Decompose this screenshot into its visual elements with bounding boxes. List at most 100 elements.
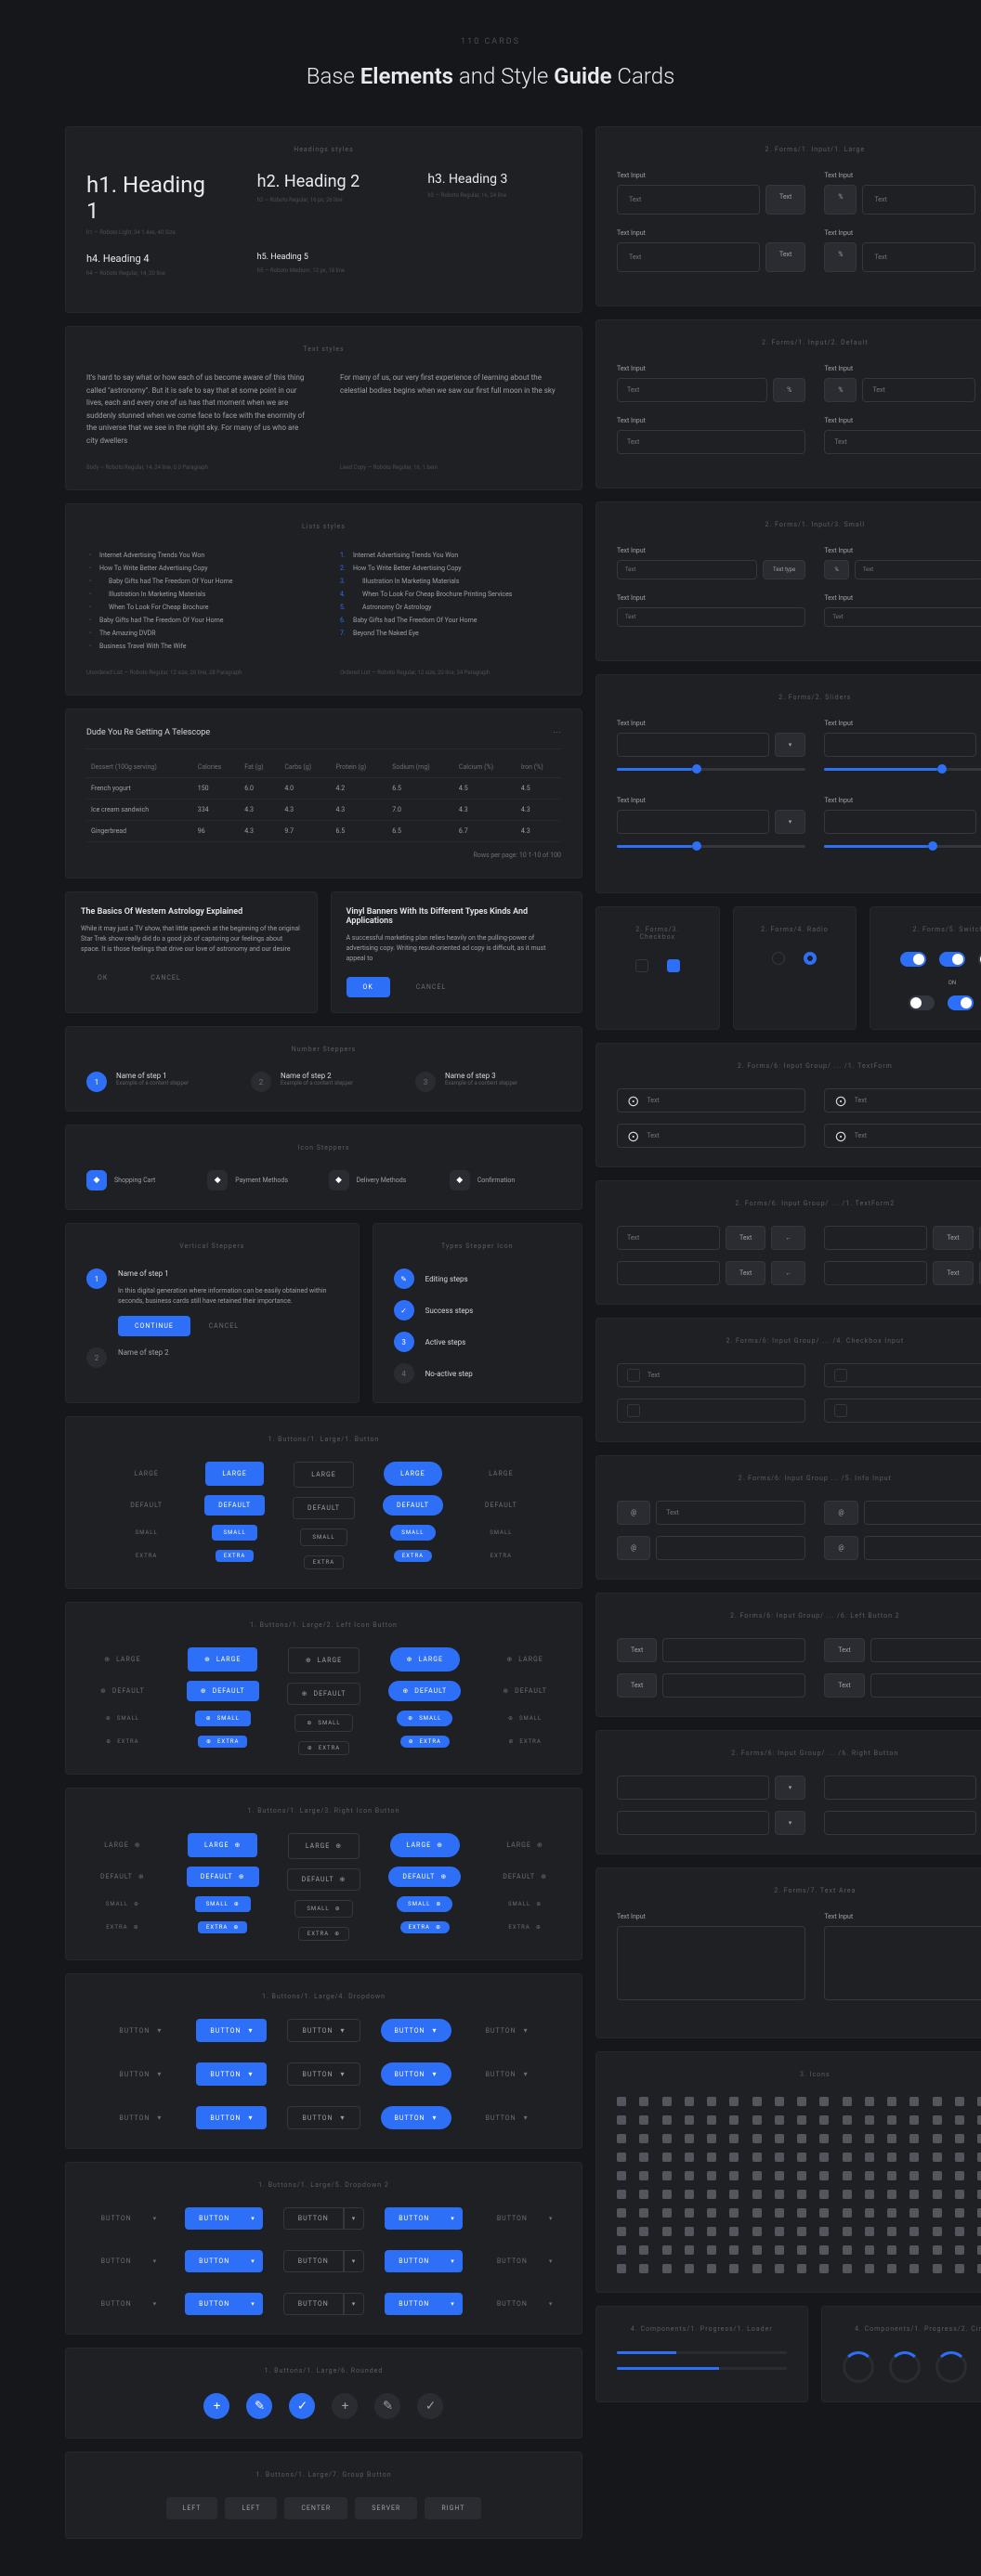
extra-button[interactable]: EXTRA [482, 1550, 520, 1562]
extra-button[interactable]: EXTRA [394, 1550, 432, 1562]
small-button[interactable]: ⊕ SMALL [195, 1711, 251, 1726]
ok-button[interactable]: OK [347, 977, 390, 997]
extra-button[interactable]: EXTRA ⊕ [400, 1921, 450, 1933]
fab-plus-ghost[interactable]: + [332, 2393, 358, 2419]
continue-button[interactable]: CONTINUE [118, 1316, 190, 1336]
large-button[interactable]: LARGE ⊕ [490, 1833, 559, 1857]
dropdown-button[interactable]: BUTTON ▾ [287, 2019, 360, 2042]
large-button[interactable]: LARGE [472, 1462, 530, 1486]
default-button[interactable]: DEFAULT [116, 1495, 177, 1516]
large-button[interactable]: LARGE [294, 1462, 353, 1488]
fab-edit-ghost[interactable]: ✎ [374, 2393, 400, 2419]
extra-button[interactable]: EXTRA ⊕ [98, 1921, 147, 1933]
radio-checked[interactable] [804, 952, 817, 965]
small-button[interactable]: SMALL ⊕ [294, 1900, 352, 1918]
default-button[interactable]: ⊕ DEFAULT [86, 1681, 159, 1701]
default-button[interactable]: DEFAULT [471, 1495, 531, 1516]
step[interactable]: 2Name of step 2Example of a content step… [251, 1072, 397, 1092]
dropdown-button[interactable]: BUTTON ▾ [472, 2062, 543, 2086]
default-button[interactable]: DEFAULT [383, 1495, 443, 1516]
step[interactable]: 1Name of step 1Example of a content step… [86, 1072, 232, 1092]
large-button[interactable]: LARGE [117, 1462, 175, 1486]
large-button[interactable]: LARGE ⊕ [188, 1833, 257, 1857]
default-button[interactable]: DEFAULT ⊕ [187, 1867, 259, 1887]
cancel-button[interactable]: CANCEL [192, 1316, 255, 1336]
large-button[interactable]: LARGE [384, 1462, 441, 1486]
more-icon[interactable]: ⋯ [553, 728, 561, 737]
small-button[interactable]: SMALL ⊕ [397, 1896, 452, 1912]
fab-edit[interactable]: ✎ [246, 2393, 272, 2419]
default-button[interactable]: DEFAULT ⊕ [287, 1868, 361, 1891]
small-button[interactable]: SMALL ⊕ [195, 1896, 251, 1912]
extra-button[interactable]: EXTRA ⊕ [500, 1921, 549, 1933]
extra-button[interactable]: EXTRA ⊕ [298, 1927, 349, 1941]
dropdown-button[interactable]: BUTTON ▾ [381, 2062, 451, 2086]
default-button[interactable]: ⊕ DEFAULT [489, 1681, 561, 1701]
step[interactable]: 3Name of step 3Example of a content step… [415, 1072, 561, 1092]
extra-button[interactable]: ⊕ EXTRA [298, 1741, 349, 1755]
extra-button[interactable]: EXTRA [304, 1555, 344, 1569]
extra-button[interactable]: ⊕ EXTRA [400, 1736, 450, 1748]
small-button[interactable]: SMALL ⊕ [497, 1896, 553, 1912]
dropdown-button[interactable]: BUTTON ▾ [196, 2019, 267, 2042]
segment-button[interactable]: RIGHT [425, 2497, 481, 2519]
small-button[interactable]: SMALL [124, 1525, 169, 1541]
extra-button[interactable]: EXTRA [216, 1550, 254, 1562]
small-button[interactable]: SMALL ⊕ [95, 1896, 150, 1912]
small-button[interactable]: SMALL [478, 1525, 523, 1541]
small-button[interactable]: ⊕ SMALL [397, 1711, 452, 1726]
dropdown-button[interactable]: BUTTON ▾ [381, 2019, 451, 2042]
textarea[interactable] [617, 1926, 805, 2000]
ok-button[interactable]: OK [81, 968, 124, 988]
dropdown-button[interactable]: BUTTON ▾ [105, 2019, 176, 2042]
text-input[interactable] [617, 185, 760, 215]
fab-check[interactable]: ✓ [289, 2393, 315, 2419]
small-button[interactable]: SMALL [390, 1525, 435, 1541]
dropdown-button[interactable]: BUTTON ▾ [196, 2062, 267, 2086]
fab-check-ghost[interactable]: ✓ [417, 2393, 443, 2419]
pagination[interactable]: Rows per page: 10 1-10 of 100 [86, 852, 561, 859]
small-button[interactable]: ⊕ SMALL [294, 1714, 352, 1732]
dropdown-button[interactable]: BUTTON ▾ [105, 2062, 176, 2086]
checkbox-unchecked[interactable] [635, 959, 648, 972]
extra-button[interactable]: EXTRA ⊕ [198, 1921, 247, 1933]
cancel-button[interactable]: CANCEL [134, 968, 197, 988]
large-button[interactable]: LARGE ⊕ [390, 1833, 460, 1857]
large-button[interactable]: LARGE ⊕ [87, 1833, 157, 1857]
extra-button[interactable]: ⊕ EXTRA [500, 1736, 549, 1748]
large-button[interactable]: ⊕ LARGE [390, 1647, 460, 1672]
cancel-button[interactable]: CANCEL [399, 977, 463, 997]
default-button[interactable]: ⊕ DEFAULT [287, 1683, 361, 1705]
dropdown-button[interactable]: BUTTON ▾ [287, 2062, 360, 2086]
default-button[interactable]: ⊕ DEFAULT [388, 1681, 461, 1701]
switch-on[interactable] [900, 952, 926, 967]
extra-button[interactable]: EXTRA [127, 1550, 165, 1562]
radio-unchecked[interactable] [772, 952, 785, 965]
small-button[interactable]: ⊕ SMALL [95, 1711, 150, 1726]
dropdown-button[interactable]: BUTTON ▾ [472, 2106, 543, 2129]
segment-button[interactable]: LEFT [225, 2497, 277, 2519]
dropdown-button[interactable]: BUTTON ▾ [472, 2019, 543, 2042]
default-button[interactable]: DEFAULT ⊕ [86, 1867, 159, 1887]
small-button[interactable]: ⊕ SMALL [497, 1711, 553, 1726]
large-button[interactable]: ⊕ LARGE [87, 1647, 157, 1672]
slider[interactable] [617, 768, 805, 771]
small-button[interactable]: SMALL [300, 1529, 347, 1546]
dropdown-button[interactable]: BUTTON ▾ [105, 2106, 176, 2129]
small-button[interactable]: SMALL [212, 1525, 256, 1541]
default-button[interactable]: DEFAULT ⊕ [388, 1867, 461, 1887]
default-button[interactable]: DEFAULT ⊕ [489, 1867, 561, 1887]
large-button[interactable]: LARGE [205, 1462, 263, 1486]
default-button[interactable]: DEFAULT [204, 1495, 265, 1516]
extra-button[interactable]: ⊕ EXTRA [98, 1736, 147, 1748]
dropdown-button[interactable]: BUTTON ▾ [196, 2106, 267, 2129]
large-button[interactable]: ⊕ LARGE [188, 1647, 257, 1672]
dropdown-button[interactable]: BUTTON ▾ [287, 2106, 360, 2129]
fab-plus[interactable]: + [203, 2393, 229, 2419]
default-button[interactable]: DEFAULT [293, 1497, 355, 1519]
large-button[interactable]: ⊕ LARGE [288, 1647, 360, 1673]
segment-button[interactable]: LEFT [166, 2497, 218, 2519]
segment-button[interactable]: SERVER [355, 2497, 417, 2519]
large-button[interactable]: LARGE ⊕ [288, 1833, 360, 1859]
large-button[interactable]: ⊕ LARGE [490, 1647, 559, 1672]
